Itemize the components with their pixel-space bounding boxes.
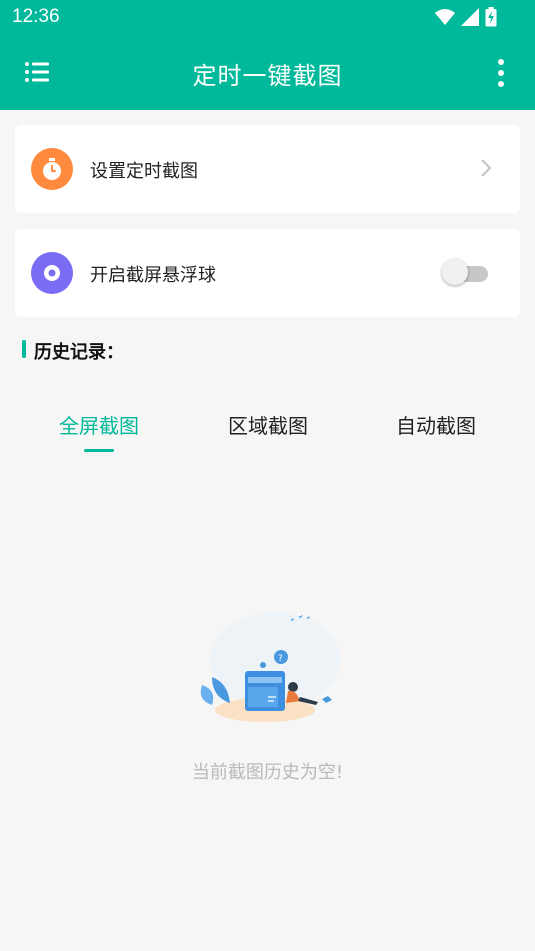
timer-setting-label: 设置定时截图 [90, 161, 198, 182]
section-accent-bar [22, 340, 26, 358]
page-title: 定时一键截图 [192, 62, 343, 90]
history-tabs: 全屏截图 区域截图 自动截图 [15, 398, 520, 454]
more-vert-icon[interactable] [497, 58, 505, 88]
svg-text:?: ? [278, 654, 283, 664]
timer-setting-card[interactable]: 设置定时截图 [15, 125, 520, 213]
tab-indicator [84, 449, 114, 452]
tab-fullscreen[interactable]: 全屏截图 [29, 410, 169, 439]
floating-ball-toggle[interactable] [442, 259, 488, 285]
floating-ball-card: 开启截屏悬浮球 [15, 229, 520, 317]
tab-region[interactable]: 区域截图 [198, 410, 338, 439]
app-bar: 定时一键截图 [0, 36, 535, 110]
battery-charging-icon [485, 7, 497, 27]
toggle-knob [442, 259, 468, 285]
status-icons [435, 7, 497, 27]
history-section-title: 历史记录： [22, 338, 124, 364]
empty-history-illustration: ? [200, 612, 340, 722]
status-bar: 12:36 [0, 0, 535, 36]
timer-icon [31, 148, 73, 190]
chevron-right-icon [481, 159, 492, 177]
floating-ball-icon [31, 252, 73, 294]
signal-icon [461, 8, 479, 26]
wifi-icon [435, 9, 455, 25]
floating-ball-label: 开启截屏悬浮球 [90, 265, 216, 286]
history-title: 历史记录： [34, 342, 124, 363]
empty-history-message: 当前截图历史为空! [191, 762, 344, 783]
tab-auto[interactable]: 自动截图 [366, 410, 506, 439]
status-time: 12:36 [12, 6, 60, 27]
